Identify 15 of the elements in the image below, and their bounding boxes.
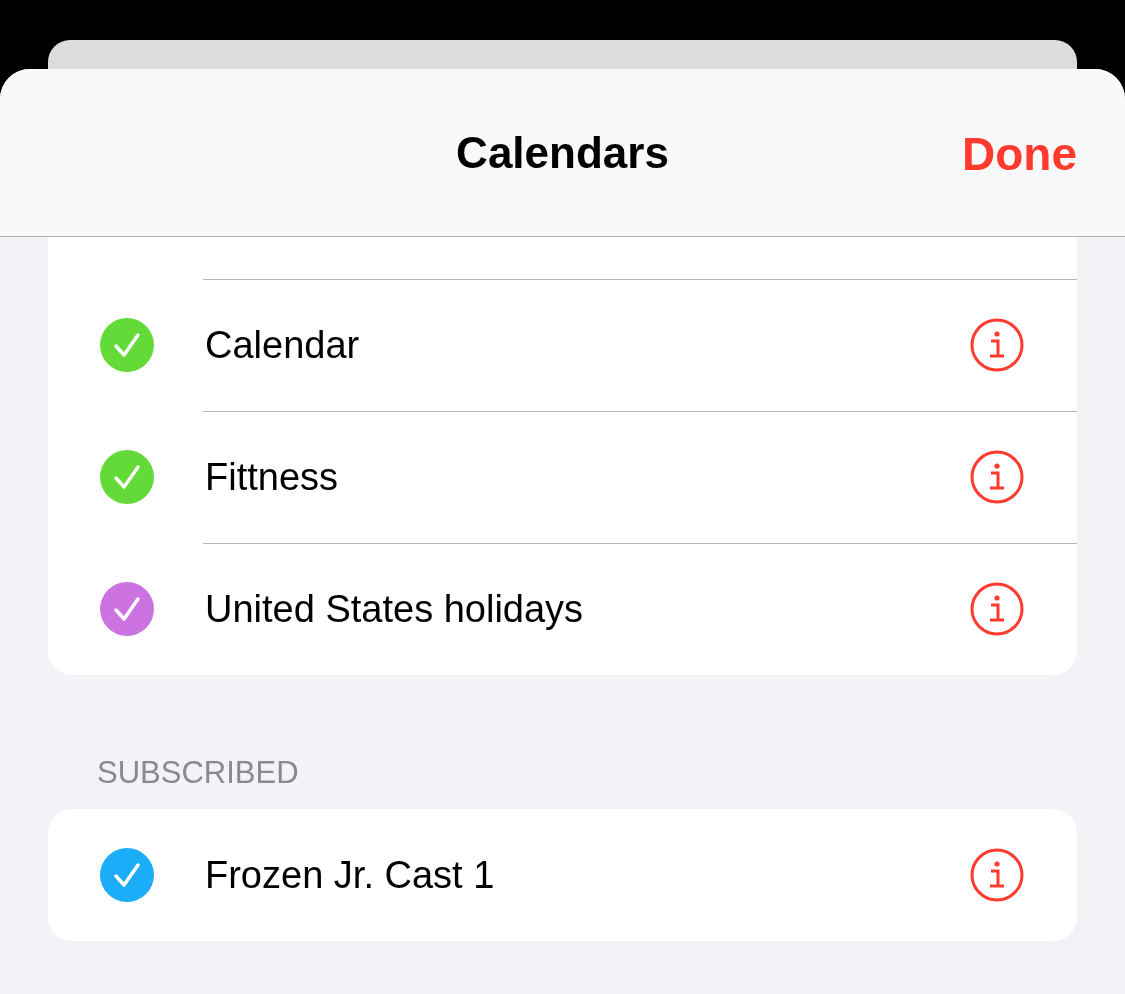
calendar-name: Calendar (205, 323, 361, 367)
checkmark-icon[interactable] (100, 450, 154, 504)
checkmark-icon[interactable] (100, 582, 154, 636)
info-icon[interactable] (969, 449, 1025, 505)
section-header: SUBSCRIBED (97, 755, 300, 792)
calendar-name: United States holidays (205, 587, 585, 631)
calendar-name: Fittness (205, 455, 340, 499)
info-icon[interactable] (969, 581, 1025, 637)
done-button[interactable]: Done (962, 127, 1077, 181)
info-icon[interactable] (969, 317, 1025, 373)
sheet-title: Calendars (456, 127, 669, 178)
info-icon[interactable] (969, 847, 1025, 903)
checkmark-icon[interactable] (100, 318, 154, 372)
calendar-name: Frozen Jr. Cast 1 (205, 853, 496, 897)
checkmark-icon[interactable] (100, 848, 154, 902)
